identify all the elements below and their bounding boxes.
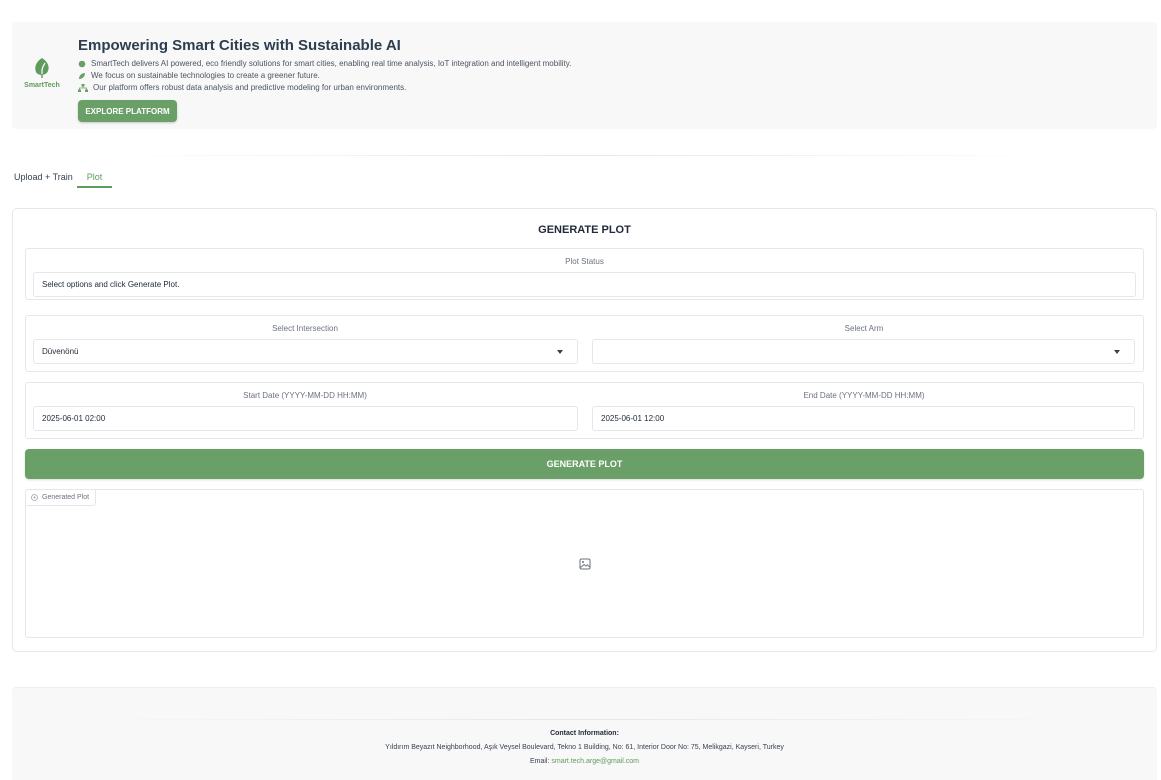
logo-text: SmartTech [24, 82, 60, 89]
globe-icon [78, 60, 86, 68]
generated-plot-area: Generated Plot [25, 489, 1144, 638]
hero-title: Empowering Smart Cities with Sustainable… [78, 37, 401, 54]
chevron-down-icon [1114, 350, 1120, 354]
email-link[interactable]: smart.tech.arge@gmail.com [551, 758, 639, 765]
start-date-input[interactable]: 2025-06-01 02:00 [33, 406, 578, 431]
logo: SmartTech [24, 57, 60, 89]
plot-status-label: Plot Status [565, 257, 604, 266]
hero-line-2: We focus on sustainable technologies to … [78, 71, 320, 80]
tab-upload-train[interactable]: Upload + Train [14, 172, 73, 188]
hero-line-1: SmartTech delivers AI powered, eco frien… [78, 59, 571, 68]
intersection-selected-value: Düvenönü [42, 347, 79, 356]
section-divider [100, 155, 1060, 156]
contact-email-line: Email: smart.tech.arge@gmail.com [12, 758, 1157, 765]
plot-status-field[interactable]: Select options and click Generate Plot. [33, 272, 1136, 297]
generate-plot-button[interactable]: GENERATE PLOT [25, 449, 1144, 479]
generated-plot-label: Generated Plot [26, 490, 97, 506]
footer: Contact Information: Yıldırım Beyazıt Ne… [12, 687, 1157, 780]
tab-plot[interactable]: Plot [77, 172, 112, 188]
leaf-icon [35, 58, 49, 78]
panel-title: GENERATE PLOT [538, 224, 631, 236]
arm-dropdown[interactable] [592, 339, 1135, 364]
email-prefix: Email: [529, 758, 550, 765]
select-arm-label: Select Arm [844, 324, 884, 333]
leaf-small-icon [78, 72, 86, 80]
hero-banner: SmartTech Empowering Smart Cities with S… [12, 22, 1157, 129]
end-date-input[interactable]: 2025-06-01 12:00 [592, 406, 1135, 431]
hero-line-3: Our platform offers robust data analysis… [78, 83, 406, 92]
start-date-label: Start Date (YYYY-MM-DD HH:MM) [243, 391, 367, 400]
contact-title: Contact Information: [550, 730, 619, 737]
select-intersection-label: Select Intersection [272, 324, 338, 333]
end-date-label: End Date (YYYY-MM-DD HH:MM) [803, 391, 925, 400]
hero-line-text: Our platform offers robust data analysis… [93, 83, 407, 92]
image-small-icon [31, 494, 38, 501]
intersection-dropdown[interactable]: Düvenönü [33, 339, 578, 364]
explore-platform-button[interactable]: EXPLORE PLATFORM [78, 100, 177, 122]
hero-line-text: SmartTech delivers AI powered, eco frien… [91, 59, 572, 68]
generated-plot-label-text: Generated Plot [42, 494, 90, 501]
hero-line-text: We focus on sustainable technologies to … [91, 71, 320, 80]
generate-plot-panel: GENERATE PLOT Plot Status Select options… [12, 208, 1157, 652]
footer-divider [62, 719, 1107, 720]
intersection-arm-group: Select Intersection Düvenönü Select Arm [25, 315, 1144, 372]
contact-address: Yıldırım Beyazıt Neighborhood, Aşık Veys… [385, 744, 784, 751]
image-placeholder-icon [579, 558, 591, 570]
plot-status-group: Plot Status Select options and click Gen… [25, 248, 1144, 300]
network-icon [78, 83, 88, 92]
chevron-down-icon [557, 350, 563, 354]
date-range-group: Start Date (YYYY-MM-DD HH:MM) 2025-06-01… [25, 382, 1144, 439]
